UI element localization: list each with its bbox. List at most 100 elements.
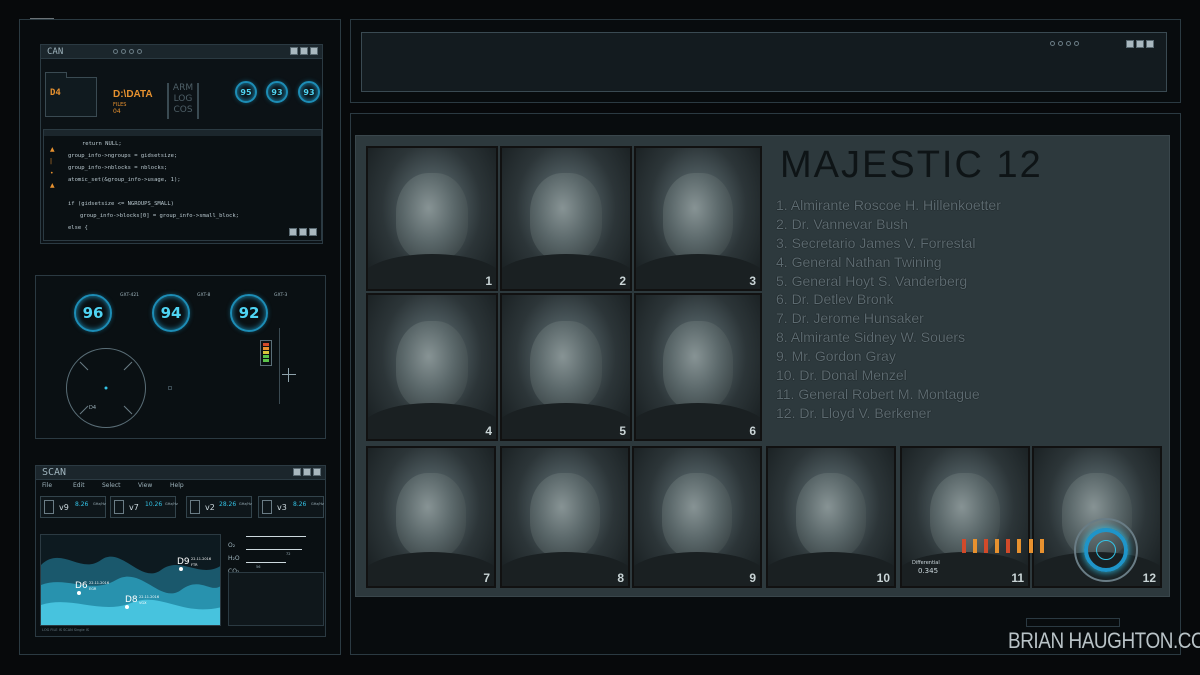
- gas-row: O₂: [228, 532, 324, 549]
- close-button[interactable]: [1146, 40, 1154, 48]
- list-item: 5. General Hoyt S. Vanderberg: [776, 272, 968, 289]
- majestic-title: MAJESTIC 12: [780, 144, 1043, 186]
- chart-point-label: D9: [177, 557, 190, 567]
- overlay-label: Differential: [912, 560, 940, 566]
- stat-box[interactable]: v2 28.26 GHz/Hz: [186, 496, 252, 518]
- ring-gauge: 93: [298, 81, 320, 103]
- list-item: 6. Dr. Detlev Bronk: [776, 291, 894, 308]
- list-item: 11. General Robert M. Montague: [776, 385, 980, 402]
- code-gutter: ▲ | • ▲: [50, 146, 55, 189]
- portrait-8[interactable]: 8: [500, 446, 630, 588]
- data-path: D:\DATA: [113, 89, 153, 100]
- portrait-10[interactable]: 10: [766, 446, 896, 588]
- portrait-2[interactable]: 2: [500, 146, 632, 291]
- minimize-button[interactable]: [290, 47, 298, 55]
- ring-gauge: 92: [230, 294, 268, 332]
- ring-tag: GXT-8: [197, 293, 211, 298]
- status-readout: [1026, 618, 1120, 627]
- list-item: 4. General Nathan Twining: [776, 253, 942, 270]
- chart-point-label: D6: [75, 581, 88, 591]
- stat-box[interactable]: v9 8.26 GHz/Hz: [40, 496, 106, 518]
- menu-view[interactable]: View: [138, 482, 170, 489]
- portrait-9[interactable]: 9: [632, 446, 762, 588]
- scan-app: SCAN File Edit Select View Help v9 8.26 …: [35, 465, 326, 637]
- menu-select[interactable]: Select: [102, 482, 138, 489]
- list-item: 1. Almirante Roscoe H. Hillenkoetter: [776, 197, 1001, 213]
- area-chart[interactable]: D9 22.11.2016 FTR D6 22.11.2016 EGR D8 2…: [40, 534, 221, 626]
- minimize-button[interactable]: [1126, 40, 1134, 48]
- ring-gauge: 94: [152, 294, 190, 332]
- titlebar-dots: [113, 49, 142, 54]
- list-item: 2. Dr. Vannevar Bush: [776, 215, 909, 232]
- gas-row: H₂O 72: [228, 545, 324, 562]
- log-box[interactable]: [228, 572, 324, 626]
- ring-gauge: 96: [74, 294, 112, 332]
- ring-gauge: 95: [235, 81, 257, 103]
- signal-meter: [260, 340, 272, 366]
- list-item: 7. Dr. Jerome Hunsaker: [776, 310, 924, 327]
- scan-window: CAN D4 D:\DATA FILES 04 ARM LOG COS 95 9…: [40, 44, 323, 244]
- portrait-1[interactable]: 1: [366, 146, 498, 291]
- minimize-button[interactable]: [293, 468, 301, 476]
- top-window[interactable]: [361, 32, 1167, 92]
- code-lines: return NULL; group_info->ngroups = gidse…: [68, 141, 239, 231]
- stat-box[interactable]: v7 10.26 GHz/Hz: [110, 496, 178, 518]
- chart-point-label: D8: [125, 595, 138, 605]
- close-button[interactable]: [310, 47, 318, 55]
- chart-point-tag: FTR: [191, 563, 198, 567]
- portrait-5[interactable]: 5: [500, 293, 632, 441]
- list-item: 9. Mr. Gordon Gray: [776, 348, 896, 365]
- footer-text: LOG FILE IS SCAN Single IS: [42, 628, 90, 632]
- scan-app-title: SCAN: [42, 467, 67, 478]
- folder-icon[interactable]: D4: [45, 72, 97, 117]
- list-item: 10. Dr. Donal Menzel: [776, 367, 907, 384]
- radar-scope[interactable]: D4: [66, 348, 146, 428]
- maximize-button[interactable]: [303, 468, 311, 476]
- scan-window-title: CAN: [47, 47, 64, 57]
- close-button[interactable]: [313, 468, 321, 476]
- list-item: 8. Almirante Sidney W. Souers: [776, 329, 966, 346]
- folder-label: D4: [50, 88, 61, 98]
- list-item: 12. Dr. Lloyd V. Berkener: [776, 404, 932, 421]
- gas-row: CO₂ 56: [228, 558, 324, 575]
- arm-log-cos: ARM LOG COS: [167, 83, 199, 119]
- menu-edit[interactable]: Edit: [73, 482, 102, 489]
- ring-tag: GXT-3: [274, 293, 288, 298]
- portrait-3[interactable]: 3: [634, 146, 762, 291]
- scan-window-titlebar[interactable]: CAN: [41, 45, 322, 59]
- overlay-value: 0.345: [918, 567, 939, 575]
- scan-bars: [962, 538, 1046, 557]
- code-editor[interactable]: ▲ | • ▲ return NULL; group_info->ngroups = …: [43, 129, 322, 241]
- watermark: BRIAN HAUGHTON.COM: [1008, 628, 1200, 653]
- member-list: 1. Almirante Roscoe H. Hillenkoetter 2. …: [776, 196, 1001, 423]
- menu-help[interactable]: Help: [170, 482, 184, 489]
- ring-tag: GXT-421: [120, 293, 140, 298]
- chart-point-date: 22.11.2016: [139, 595, 160, 599]
- portrait-4[interactable]: 4: [366, 293, 498, 441]
- target-label: D4: [89, 405, 97, 411]
- scroll-buttons[interactable]: [289, 228, 317, 236]
- chart-point-tag: EGR: [89, 587, 97, 591]
- titlebar-dots: [1050, 41, 1079, 46]
- portrait-6[interactable]: 6: [634, 293, 762, 441]
- ring-gauge: 93: [266, 81, 288, 103]
- majestic-screen: 1 2 3 4 5 6 7 8 9 10 11 12 MAJESTIC 12 1…: [355, 135, 1170, 597]
- chart-point-date: 22.11.2016: [89, 581, 110, 585]
- stat-box[interactable]: v3 8.26 GHz/Hz: [258, 496, 324, 518]
- maximize-button[interactable]: [1136, 40, 1144, 48]
- list-item: 3. Secretario James V. Forrestal: [776, 234, 976, 251]
- menu-bar: File Edit Select View Help: [42, 482, 184, 489]
- crosshair-icon[interactable]: [282, 368, 296, 382]
- radar-panel: 96 94 92 GXT-421 GXT-8 GXT-3 D4: [35, 275, 326, 439]
- scan-app-titlebar[interactable]: SCAN: [36, 466, 325, 480]
- files-count: 04: [113, 108, 121, 115]
- portrait-7[interactable]: 7: [366, 446, 496, 588]
- chart-point-date: 22.11.2016: [191, 557, 212, 561]
- chart-point-tag: VGX: [139, 601, 147, 605]
- menu-file[interactable]: File: [42, 482, 73, 489]
- maximize-button[interactable]: [300, 47, 308, 55]
- slider-track[interactable]: [279, 328, 280, 404]
- area-chart-svg: [41, 556, 220, 625]
- target-reticle-icon[interactable]: [1074, 518, 1138, 582]
- marker: [168, 386, 172, 390]
